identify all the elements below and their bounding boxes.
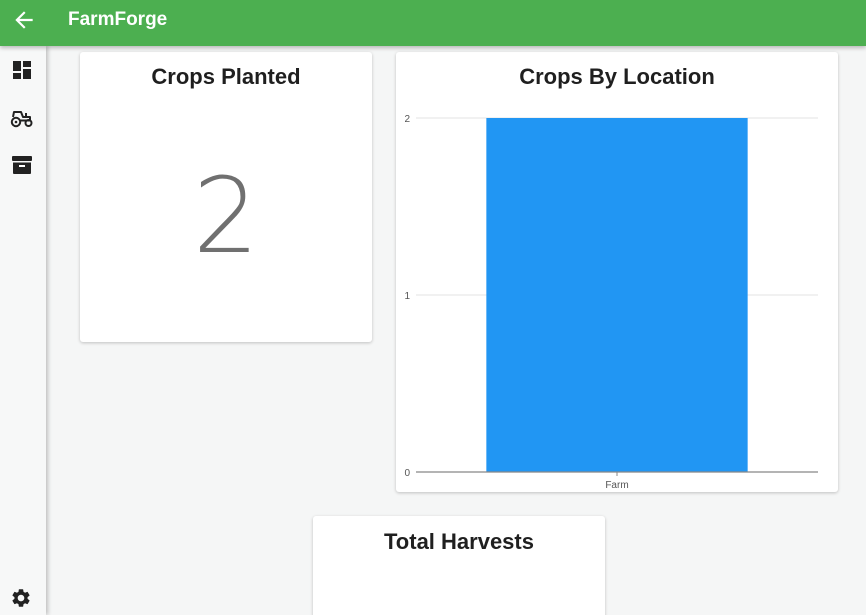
gear-icon (12, 589, 30, 607)
bar (486, 118, 748, 472)
crops-planted-title: Crops Planted (151, 64, 301, 89)
x-tick-label: Farm (605, 480, 628, 491)
dashboard-icon (13, 61, 31, 79)
arrow-left-icon (15, 11, 33, 29)
y-tick-label: 2 (404, 114, 410, 125)
y-tick-label: 0 (404, 468, 410, 479)
sidebar-item-equipment[interactable] (10, 106, 34, 130)
back-button[interactable] (11, 7, 37, 33)
tractor-icon (10, 111, 33, 128)
archive-icon (12, 156, 32, 174)
sidebar-item-settings[interactable] (10, 587, 34, 611)
sidebar-item-inventory[interactable] (10, 153, 34, 177)
app-title: FarmForge (68, 9, 168, 30)
sidebar-item-dashboard[interactable] (10, 58, 34, 82)
crops-by-location-card: Crops By Location 0 1 2 Farm (396, 52, 838, 492)
crops-planted-card: Crops Planted 2 (80, 52, 372, 342)
total-harvests-card: Total Harvests (313, 516, 605, 615)
sidebar (0, 46, 46, 615)
total-harvests-title: Total Harvests (384, 529, 534, 554)
crops-by-location-chart: 0 1 2 Farm (404, 114, 818, 491)
crops-planted-count: 2 (192, 155, 260, 277)
y-tick-label: 1 (404, 291, 410, 302)
app-bar: FarmForge (0, 0, 866, 46)
